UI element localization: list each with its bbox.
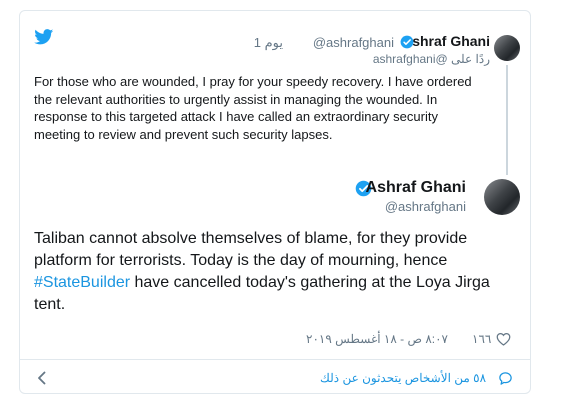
like-count[interactable]: ١٦٦ [472, 332, 491, 346]
author-name[interactable]: Ashraf Ghani [402, 33, 490, 49]
author-name[interactable]: Ashraf Ghani [366, 179, 466, 197]
people-talking-link[interactable]: ٥٨ من الأشخاص يتحدثون عن ذلك [320, 371, 486, 385]
main-tweet-text: Taliban cannot absolve themselves of bla… [34, 228, 524, 316]
hashtag-link[interactable]: #StateBuilder [34, 274, 130, 291]
tweet-text: For those who are wounded, I pray for yo… [34, 74, 472, 142]
heart-icon[interactable] [496, 332, 511, 346]
twitter-logo-icon[interactable] [34, 29, 54, 45]
thread-connector-line [506, 65, 508, 175]
verified-badge-icon [400, 35, 414, 49]
tweet-timestamp[interactable]: ٨:٠٧ ص - ١٨ أغسطس ٢٠١٩ [306, 332, 448, 346]
tweet-text-part: Taliban cannot absolve themselves of bla… [34, 230, 468, 269]
avatar[interactable] [484, 179, 520, 215]
author-handle[interactable]: @ashrafghani [385, 199, 466, 214]
author-handle[interactable]: @ashrafghani [313, 35, 394, 50]
reply-to-label: ردًا على @ashrafghani [372, 52, 490, 66]
tweet-time[interactable]: 1 يوم [254, 35, 283, 51]
speech-bubble-icon[interactable] [498, 371, 513, 386]
chevron-left-icon[interactable] [36, 371, 48, 385]
divider [20, 359, 530, 360]
avatar[interactable] [494, 35, 520, 61]
tweet-embed-card: Ashraf Ghani @ashrafghani 1 يوم ردًا على… [19, 10, 531, 394]
